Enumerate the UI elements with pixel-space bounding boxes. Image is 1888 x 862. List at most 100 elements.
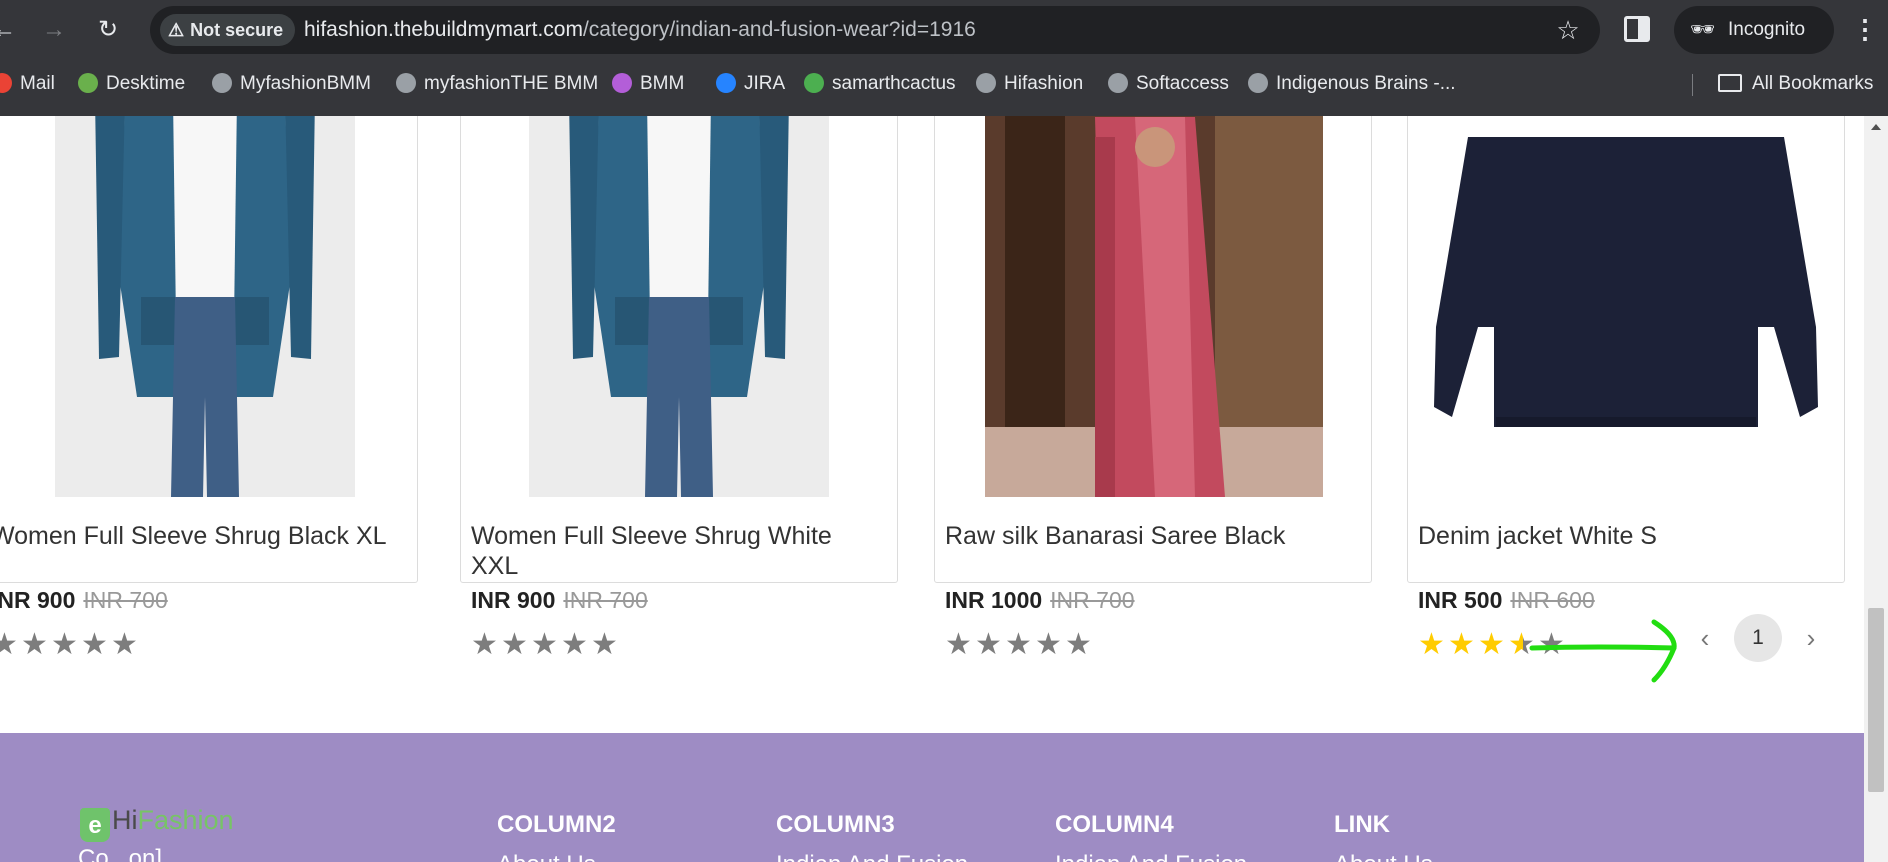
product-mrp: INR 700	[83, 587, 168, 613]
page-content: Women Full Sleeve Shrug Black XL INR 900…	[0, 116, 1864, 862]
mail-icon	[0, 73, 12, 93]
footer-link[interactable]: About Us	[497, 851, 596, 862]
bookmark-label: samarthcactus	[832, 73, 956, 94]
browser-toolbar: ← → ↻ ⚠ Not secure hifashion.thebuildmyma…	[0, 0, 1888, 60]
product-card[interactable]: Raw silk Banarasi Saree Black INR 1000 IN…	[934, 116, 1372, 661]
product-prices: INR 500 INR 600	[1418, 587, 1595, 614]
product-prices: INR 900 INR 700	[0, 587, 168, 614]
product-card[interactable]: Women Full Sleeve Shrug Black XL INR 900…	[0, 116, 418, 661]
star-icon: ★	[591, 628, 619, 661]
footer-link[interactable]: Indian And Fusion	[1055, 851, 1247, 862]
url-text[interactable]: hifashion.thebuildmymart.com/category/in…	[304, 6, 976, 54]
bookmark-label: Mail	[20, 73, 55, 94]
bookmark-label: myfashionTHE BMM	[424, 73, 599, 94]
footer-link[interactable]: Indian And Fusion	[776, 851, 968, 862]
shrug-model-image	[55, 116, 355, 497]
star-icon: ★	[51, 628, 79, 661]
product-card[interactable]: Women Full Sleeve Shrug White XXL INR 90…	[460, 116, 898, 661]
page-scrollbar[interactable]	[1864, 116, 1888, 862]
warning-icon: ⚠	[168, 20, 185, 40]
page-number-button[interactable]: 1	[1734, 614, 1782, 662]
rating-stars: ★★★★★	[471, 627, 621, 662]
product-price: INR 500	[1418, 587, 1503, 613]
forward-icon[interactable]: →	[38, 14, 70, 46]
bookmarks-bar: Mail Desktime MyfashionBMM myfashionTHE …	[0, 64, 1888, 104]
next-page-button[interactable]: ›	[1796, 614, 1826, 662]
star-icon: ★	[81, 628, 109, 661]
bookmark-desktime[interactable]: Desktime	[78, 70, 185, 98]
star-icon: ★	[531, 628, 559, 661]
product-mrp: INR 700	[563, 587, 648, 613]
bookmark-jira[interactable]: JIRA	[716, 70, 785, 98]
bookmark-label: Hifashion	[1004, 73, 1084, 94]
bookmark-samarthcactus[interactable]: samarthcactus	[804, 70, 956, 98]
bookmark-label: MyfashionBMM	[240, 73, 371, 94]
product-prices: INR 900 INR 700	[471, 587, 648, 614]
back-icon[interactable]: ←	[0, 14, 20, 46]
bookmark-hifashion[interactable]: Hifashion	[976, 70, 1083, 98]
shopping-bag-icon: e	[80, 808, 110, 842]
bookmark-label: Desktime	[106, 73, 186, 94]
bookmark-star-icon[interactable]: ☆	[1554, 16, 1582, 44]
all-bookmarks[interactable]: All Bookmarks	[1718, 70, 1873, 98]
product-title[interactable]: Denim jacket White S	[1418, 521, 1818, 551]
globe-icon	[976, 73, 996, 93]
globe-icon	[1248, 73, 1268, 93]
star-icon: ★	[111, 628, 139, 661]
folder-icon	[1718, 74, 1742, 92]
product-image[interactable]	[529, 116, 829, 497]
sweatshirt-image	[1408, 116, 1844, 497]
product-price: INR 900	[471, 587, 556, 613]
reload-icon[interactable]: ↻	[92, 14, 124, 46]
incognito-icon: 🕶	[1690, 19, 1716, 41]
menu-kebab-icon[interactable]: ⋮	[1852, 14, 1878, 46]
bookmark-label: Indigenous Brains -...	[1276, 73, 1456, 94]
cactus-icon	[804, 73, 824, 93]
bookmark-myfashionthebmm[interactable]: myfashionTHE BMM	[396, 70, 598, 98]
bookmark-label: JIRA	[744, 73, 786, 94]
product-mrp: INR 600	[1510, 587, 1595, 613]
footer-link[interactable]: About Us	[1334, 851, 1433, 862]
pagination: ‹ 1 ›	[1690, 614, 1830, 662]
browser-chrome: ← → ↻ ⚠ Not secure hifashion.thebuildmyma…	[0, 0, 1888, 116]
rating-stars: ★★★★★	[945, 627, 1095, 662]
product-image[interactable]	[1408, 116, 1844, 497]
bookmark-myfashionbmm[interactable]: MyfashionBMM	[212, 70, 371, 98]
bookmark-softaccess[interactable]: Softaccess	[1108, 70, 1229, 98]
scroll-up-arrow-icon[interactable]	[1871, 124, 1881, 130]
scrollbar-thumb[interactable]	[1868, 608, 1884, 792]
star-icon: ★	[1035, 628, 1063, 661]
product-card[interactable]: Denim jacket White S INR 500 INR 600 ★★★★…	[1407, 116, 1845, 661]
all-bookmarks-label: All Bookmarks	[1752, 73, 1874, 94]
bookmark-mail[interactable]: Mail	[0, 70, 55, 98]
footer-column-heading: COLUMN2	[497, 811, 616, 838]
security-label: Not secure	[190, 20, 284, 40]
bookmark-label: Softaccess	[1136, 73, 1229, 94]
globe-icon	[396, 73, 416, 93]
desktime-icon	[78, 73, 98, 93]
rating-stars: ★★★★★	[0, 627, 141, 662]
bookmark-bmm[interactable]: BMM	[612, 70, 684, 98]
product-title[interactable]: Women Full Sleeve Shrug Black XL	[0, 521, 391, 551]
product-title[interactable]: Women Full Sleeve Shrug White XXL	[471, 521, 871, 581]
product-image[interactable]	[55, 116, 355, 497]
footer-tagline: Co...on]	[78, 845, 163, 862]
globe-icon	[1108, 73, 1128, 93]
star-icon: ★	[1005, 628, 1033, 661]
footer-column-heading: COLUMN4	[1055, 811, 1174, 838]
bookmark-indigenous-brains[interactable]: Indigenous Brains -...	[1248, 70, 1456, 98]
product-image[interactable]	[985, 116, 1323, 497]
shrug-model-image	[529, 116, 829, 497]
globe-icon	[212, 73, 232, 93]
incognito-badge[interactable]: 🕶 Incognito	[1674, 6, 1834, 54]
star-icon: ★	[471, 628, 499, 661]
incognito-label: Incognito	[1728, 19, 1806, 40]
security-chip[interactable]: ⚠ Not secure	[160, 14, 296, 46]
address-bar[interactable]: ⚠ Not secure hifashion.thebuildmymart.com…	[150, 6, 1600, 54]
side-panel-icon[interactable]	[1624, 16, 1650, 42]
previous-page-button[interactable]: ‹	[1690, 614, 1720, 662]
star-icon: ★	[0, 628, 19, 661]
star-icon: ★	[561, 628, 589, 661]
product-title[interactable]: Raw silk Banarasi Saree Black	[945, 521, 1345, 551]
footer-logo[interactable]: e HiFashion	[80, 805, 234, 842]
